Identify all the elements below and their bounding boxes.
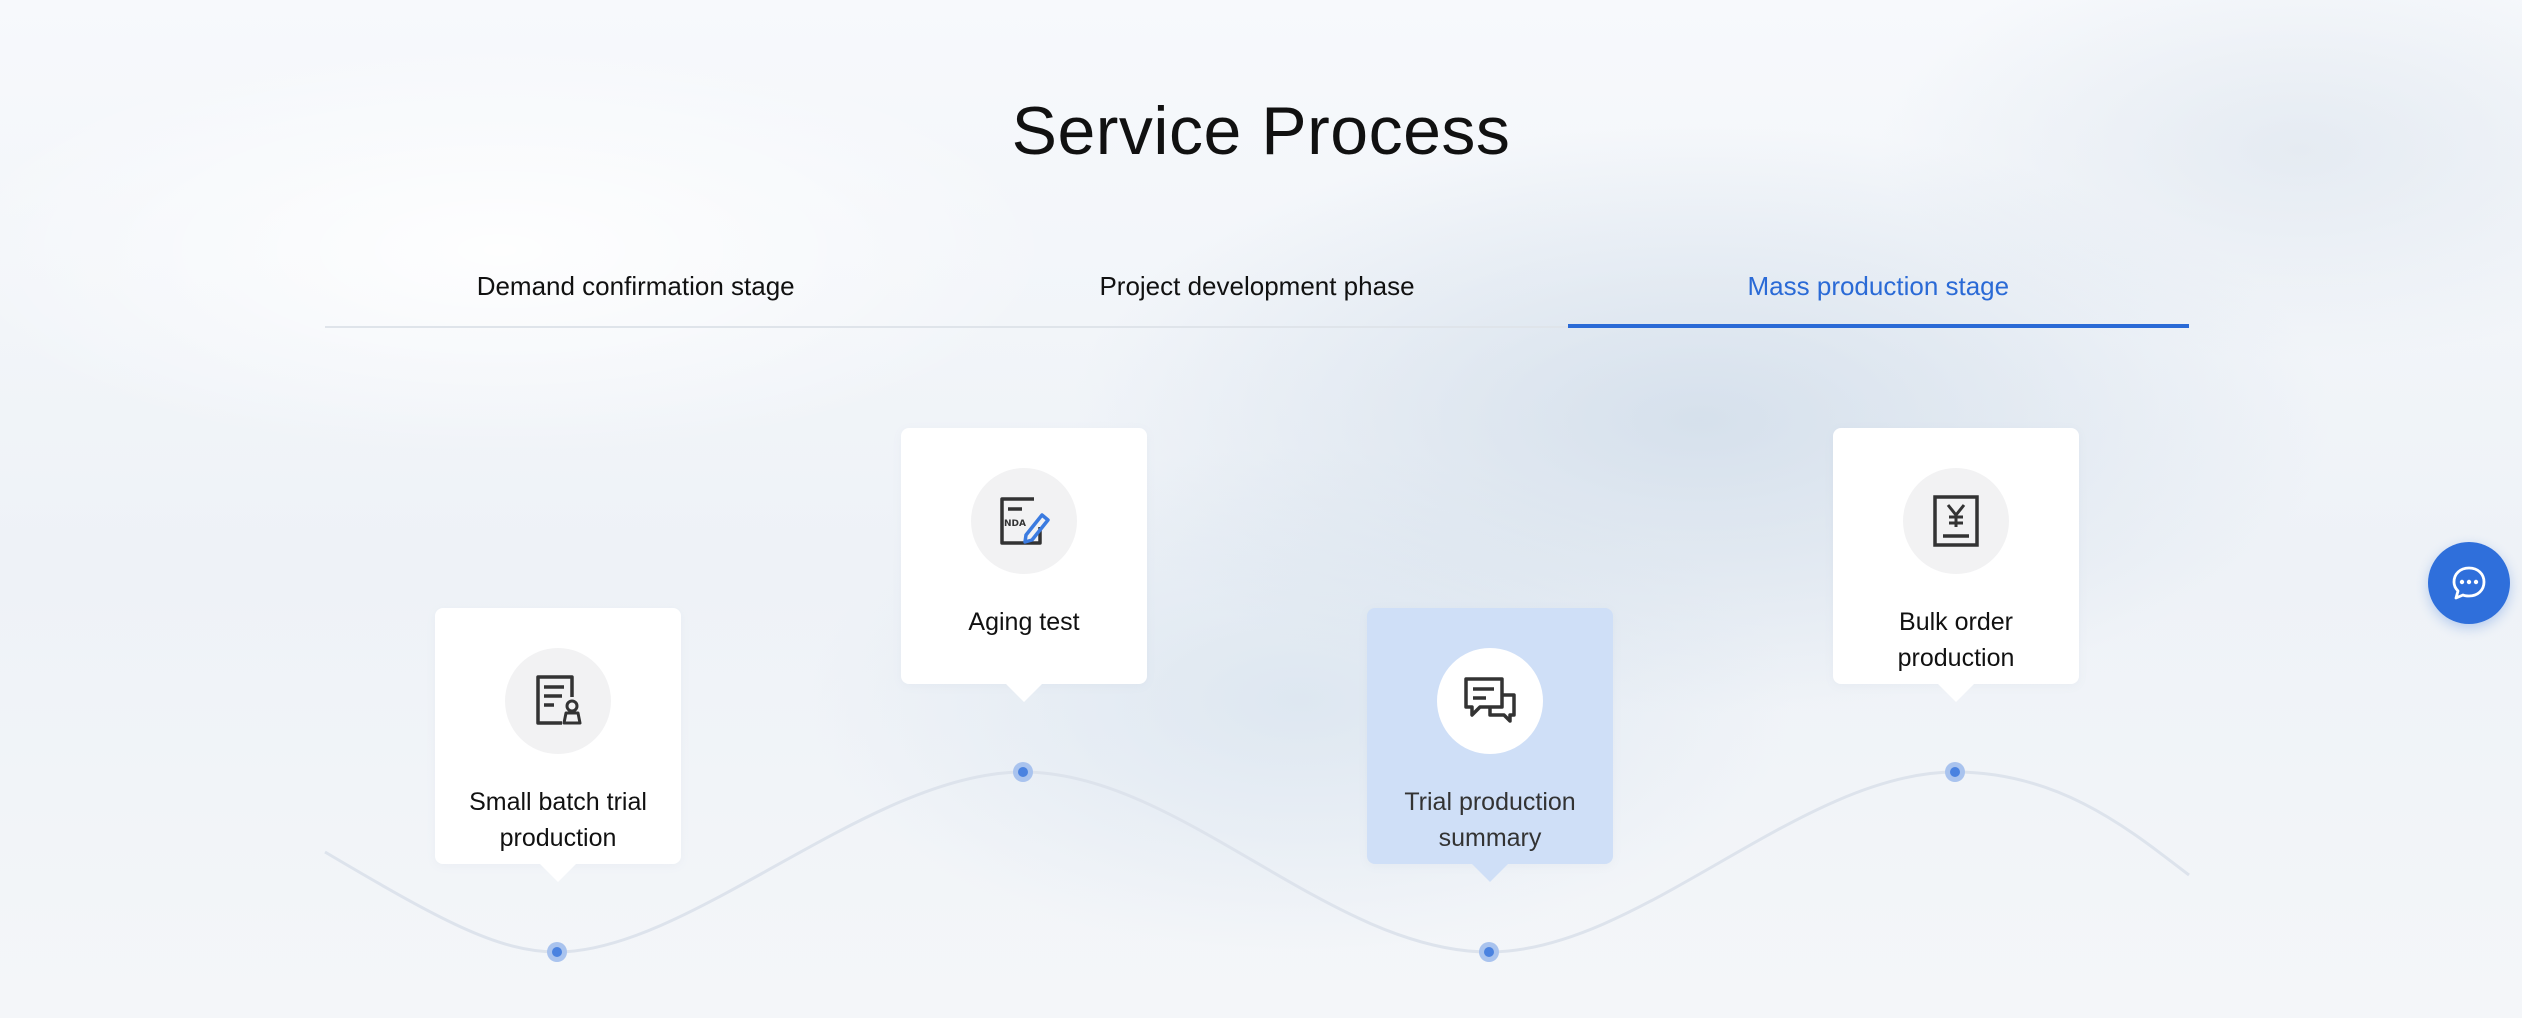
chat-bubble-icon bbox=[2452, 566, 2486, 600]
tab-demand-confirmation[interactable]: Demand confirmation stage bbox=[325, 250, 946, 326]
step-dot-2 bbox=[1013, 762, 1033, 782]
document-stamp-icon bbox=[536, 675, 582, 725]
chat-messages-icon bbox=[1464, 677, 1516, 723]
step-card-bulk-order[interactable]: Bulk order production bbox=[1833, 428, 2079, 684]
icon-circle: NDA bbox=[971, 468, 1077, 574]
step-label: Aging test bbox=[968, 608, 1080, 636]
tab-mass-production[interactable]: Mass production stage bbox=[1567, 250, 2190, 328]
page-title: Service Process bbox=[1011, 93, 1511, 169]
yen-invoice-icon bbox=[1933, 495, 1979, 547]
icon-circle bbox=[505, 648, 611, 754]
step-card-small-batch[interactable]: Small batch trial production bbox=[435, 608, 681, 864]
step-label: Bulk order production bbox=[1897, 608, 2015, 672]
icon-circle bbox=[1903, 468, 2009, 574]
svg-text:NDA: NDA bbox=[1004, 519, 1026, 529]
step-label: Small batch trial production bbox=[469, 788, 647, 852]
step-card-trial-summary[interactable]: Trial production summary bbox=[1367, 608, 1613, 864]
stage-tabs: Demand confirmation stage Project develo… bbox=[325, 250, 2190, 328]
icon-circle bbox=[1437, 648, 1543, 754]
tab-project-development[interactable]: Project development phase bbox=[946, 250, 1567, 326]
step-dot-3 bbox=[1479, 942, 1499, 962]
chat-button[interactable] bbox=[2428, 542, 2510, 624]
step-label: Trial production summary bbox=[1404, 788, 1576, 852]
step-dot-4 bbox=[1945, 762, 1965, 782]
step-dot-1 bbox=[547, 942, 567, 962]
nda-edit-icon: NDA bbox=[1000, 497, 1050, 545]
step-card-aging-test[interactable]: NDA Aging test bbox=[901, 428, 1147, 684]
